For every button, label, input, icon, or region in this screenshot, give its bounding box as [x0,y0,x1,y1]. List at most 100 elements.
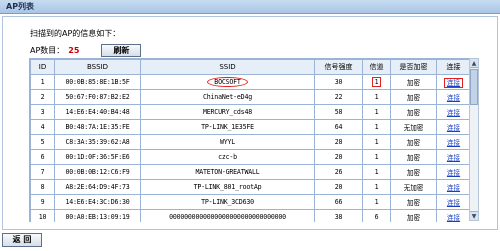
connect-link[interactable]: 连接 [447,109,460,117]
cell-encrypted: 加密 [390,74,437,90]
cell-bssid: 14:E6:E4:3C:D6:30 [54,194,141,210]
cell-id: 5 [30,134,55,150]
cell-ssid: WYYL [140,134,315,150]
scroll-thumb[interactable] [470,69,478,105]
cell-signal: 28 [314,134,363,150]
cell-ssid: TP-LINK_801_rootAp [140,179,315,195]
cell-encrypted: 加密 [390,164,437,180]
cell-id: 8 [30,179,55,195]
scroll-down-icon[interactable]: ▼ [470,211,478,220]
table-row: 4 B0:48:7A:1E:35:FE TP-LINK_1E35FE 64 1 … [30,119,469,135]
cell-encrypted: 加密 [390,134,437,150]
col-header-id: ID [30,59,55,75]
cell-channel: 1 [362,149,391,165]
connect-link[interactable]: 连接 [447,169,460,177]
channel-highlight-box: 1 [371,77,382,87]
cell-connect: 连接 [436,209,469,222]
cell-connect: 连接 [436,119,469,135]
cell-connect: 连接 [436,194,469,210]
cell-signal: 66 [314,194,363,210]
table-row: 7 00:0B:0B:12:C6:F9 MATETON-GREATWALL 26… [30,164,469,180]
back-button[interactable]: 返 回 [2,233,42,247]
table-row: 2 50:67:F0:87:B2:E2 ChinaNet-eD4g 22 1 加… [30,89,469,105]
connect-link[interactable]: 连接 [443,78,464,88]
cell-encrypted: 加密 [390,104,437,120]
cell-id: 10 [30,209,55,222]
connect-link[interactable]: 连接 [447,154,460,162]
window-title-bar: AP列表 [0,0,500,14]
col-header-bssid: BSSID [54,59,141,75]
cell-ssid: czc-b [140,149,315,165]
cell-id: 9 [30,194,55,210]
scroll-up-icon[interactable]: ▲ [470,59,478,68]
cell-channel: 1 [362,164,391,180]
cell-connect: 连接 [436,149,469,165]
cell-channel: 6 [362,209,391,222]
window-title: AP列表 [6,2,35,11]
cell-signal: 38 [314,209,363,222]
connect-link[interactable]: 连接 [447,199,460,207]
table-row: 3 14:E6:E4:40:B4:48 MERCURY_cds48 58 1 加… [30,104,469,120]
cell-channel: 1 [362,74,391,90]
table-row: 6 00:1D:0F:36:5F:E6 czc-b 20 1 加密 连接 [30,149,469,165]
cell-connect: 连接 [436,134,469,150]
cell-channel: 1 [362,119,391,135]
table-row: 5 C8:3A:35:39:62:A8 WYYL 28 1 加密 连接 [30,134,469,150]
cell-signal: 20 [314,149,363,165]
cell-connect: 连接 [436,74,469,90]
connect-link[interactable]: 连接 [447,124,460,132]
ap-table-container: ID BSSID SSID 信号强度 信道 是否加密 连接 1 00:0B:85… [29,58,469,222]
table-row: 10 00:A0:EB:13:09:19 0000000000000000000… [30,209,469,222]
cell-id: 6 [30,149,55,165]
cell-encrypted: 无加密 [390,119,437,135]
connect-link[interactable]: 连接 [447,139,460,147]
cell-ssid: BOCSOFT [140,74,315,90]
cell-bssid: 00:1D:0F:36:5F:E6 [54,149,141,165]
cell-ssid: 0000000000000000000000000000000 [140,209,315,222]
connect-link[interactable]: 连接 [447,214,460,222]
connect-link[interactable]: 连接 [447,184,460,192]
cell-ssid: TP-LINK_3CD630 [140,194,315,210]
cell-channel: 1 [362,134,391,150]
cell-signal: 22 [314,89,363,105]
ap-table: ID BSSID SSID 信号强度 信道 是否加密 连接 1 00:0B:85… [30,59,469,222]
cell-id: 1 [30,74,55,90]
cell-encrypted: 加密 [390,209,437,222]
col-header-encrypted: 是否加密 [390,59,437,75]
scan-subtitle: 扫描到的AP的信息如下： [30,29,121,38]
cell-signal: 26 [314,164,363,180]
cell-connect: 连接 [436,179,469,195]
cell-bssid: 00:0B:0B:12:C6:F9 [54,164,141,180]
cell-encrypted: 加密 [390,89,437,105]
cell-signal: 30 [314,74,363,90]
cell-bssid: C8:3A:35:39:62:A8 [54,134,141,150]
cell-ssid: MERCURY_cds48 [140,104,315,120]
cell-encrypted: 无加密 [390,179,437,195]
cell-bssid: 14:E6:E4:40:B4:48 [54,104,141,120]
col-header-signal: 信号强度 [314,59,363,75]
table-row: 8 A8:2E:64:D9:4F:73 TP-LINK_801_rootAp 2… [30,179,469,195]
table-scrollbar[interactable]: ▲ ▼ [469,58,479,221]
cell-id: 4 [30,119,55,135]
table-row: 1 00:0B:85:8E:1B:5F BOCSOFT 30 1 加密 连接 [30,74,469,90]
cell-ssid: ChinaNet-eD4g [140,89,315,105]
table-row: 9 14:E6:E4:3C:D6:30 TP-LINK_3CD630 66 1 … [30,194,469,210]
cell-bssid: B0:48:7A:1E:35:FE [54,119,141,135]
cell-encrypted: 加密 [390,149,437,165]
cell-encrypted: 加密 [390,194,437,210]
col-header-ssid: SSID [140,59,315,75]
cell-channel: 1 [362,179,391,195]
cell-connect: 连接 [436,89,469,105]
table-header-row: ID BSSID SSID 信号强度 信道 是否加密 连接 [30,59,469,75]
cell-id: 3 [30,104,55,120]
cell-bssid: 00:A0:EB:13:09:19 [54,209,141,222]
cell-ssid: MATETON-GREATWALL [140,164,315,180]
connect-link[interactable]: 连接 [447,94,460,102]
cell-channel: 1 [362,194,391,210]
cell-signal: 58 [314,104,363,120]
ap-count-value: 25 [68,45,80,55]
col-header-channel: 信道 [362,59,391,75]
cell-bssid: 00:0B:85:8E:1B:5F [54,74,141,90]
cell-signal: 64 [314,119,363,135]
refresh-button[interactable]: 刷新 [101,43,142,57]
